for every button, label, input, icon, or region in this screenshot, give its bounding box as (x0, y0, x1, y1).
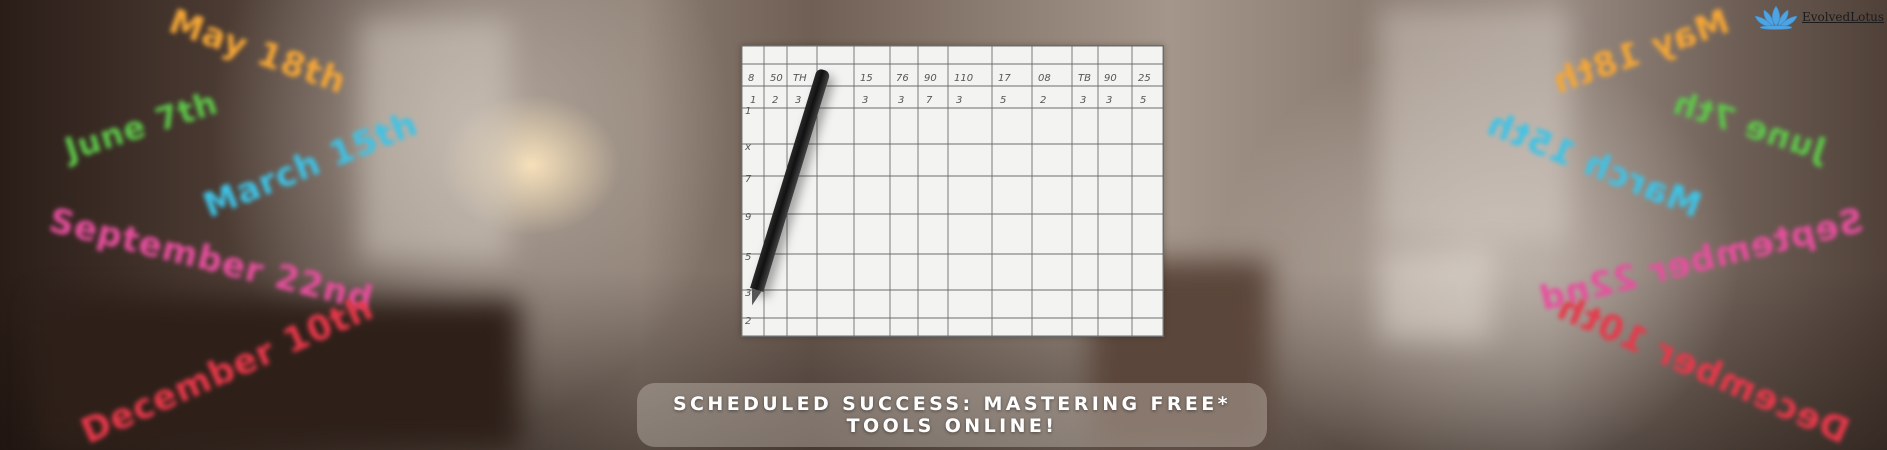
calendar-header-label: 8 (748, 73, 754, 84)
calendar-date-label: 3 (898, 95, 904, 106)
calendar-row-label: 1 (745, 106, 751, 117)
brand-logo[interactable]: EvolvedLotus (1752, 4, 1884, 30)
calendar-date-label: 3 (956, 95, 962, 106)
calendar-row-label: x (744, 142, 751, 153)
calendar-header-label: TB (1078, 73, 1091, 84)
lotus-icon (1754, 5, 1798, 30)
title-banner: SCHEDULED SUCCESS: MASTERING FREE* TOOLS… (637, 383, 1267, 447)
calendar-date-label: 3 (862, 95, 868, 106)
calendar-header-label: 17 (998, 73, 1011, 84)
calendar-date-label: 5 (1000, 95, 1006, 106)
calendar-date-label: 3 (795, 95, 801, 106)
brand-name[interactable]: EvolvedLotus (1802, 10, 1884, 24)
calendar-header-label: 76 (896, 73, 909, 84)
calendar-sketch: 8 50 TH 15 76 90 110 17 08 TB 90 25 1 2 3 3 3 7 3 5 2 3 3 5 1 x 7 9… (741, 45, 1164, 337)
calendar-date-label: 2 (1040, 95, 1046, 106)
calendar-header-label: TH (793, 73, 807, 84)
calendar-date-label: 5 (1140, 95, 1146, 106)
calendar-date-label: 7 (926, 95, 933, 106)
calendar-date-label: 3 (1106, 95, 1112, 106)
calendar-grid: 8 50 TH 15 76 90 110 17 08 TB 90 251 2 3 3 3 7 3 5 2 3 3 51x79… (742, 46, 1163, 336)
calendar-row-label: 9 (745, 212, 751, 223)
banner: May 18th June 7th March 15th September 2… (0, 0, 1887, 450)
calendar-header-label: 08 (1038, 73, 1051, 84)
calendar-header-label: 90 (924, 73, 937, 84)
date-left-may: May 18th (163, 1, 352, 103)
calendar-header-label: 50 (770, 73, 783, 84)
calendar-header-label: 25 (1138, 73, 1151, 84)
page-title: SCHEDULED SUCCESS: MASTERING FREE* TOOLS… (672, 393, 1232, 437)
background-panel-right (1380, 250, 1490, 340)
calendar-date-label: 3 (1080, 95, 1086, 106)
calendar-row-label: 7 (745, 174, 752, 185)
date-right-may: May 18th (1546, 1, 1735, 103)
calendar-date-label: 2 (772, 95, 778, 106)
calendar-header-label: 15 (860, 73, 873, 84)
date-right-december: December 10th (1550, 287, 1855, 450)
date-left-june: June 7th (60, 83, 223, 169)
calendar-header-label: 110 (954, 73, 973, 84)
calendar-header-label: 90 (1104, 73, 1117, 84)
calendar-row-label: 5 (745, 252, 751, 263)
calendar-row-label: 2 (745, 316, 751, 327)
calendar-date-label: 1 (750, 95, 756, 106)
date-right-june: June 7th (1668, 83, 1831, 169)
